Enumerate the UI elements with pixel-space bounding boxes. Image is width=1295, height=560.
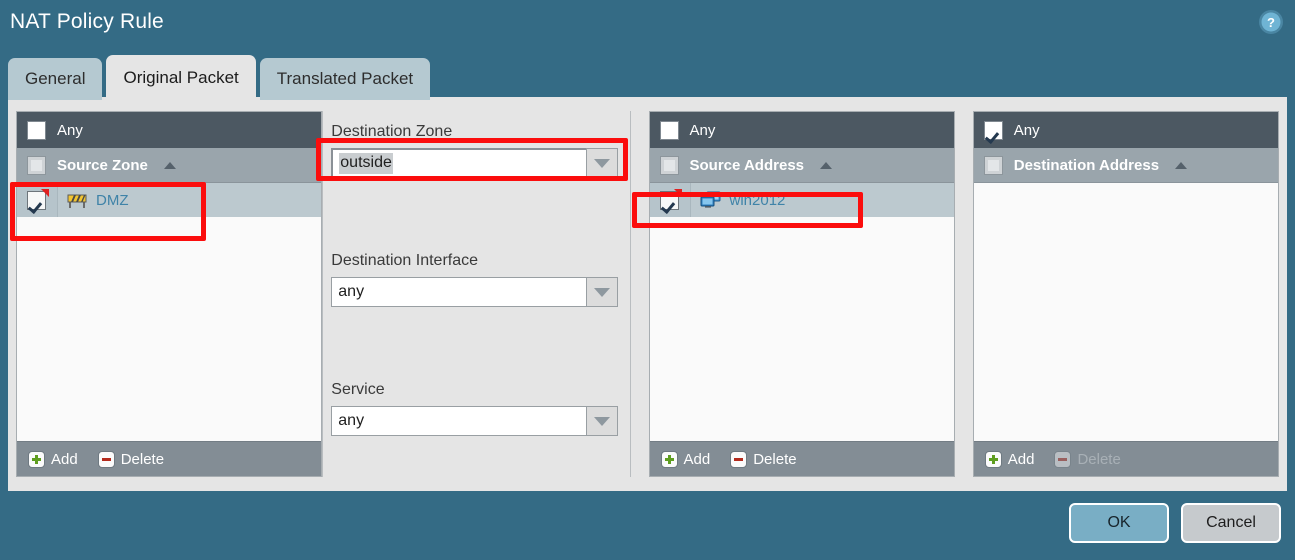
source-address-any-checkbox[interactable] bbox=[659, 120, 679, 140]
tab-translated-packet[interactable]: Translated Packet bbox=[259, 58, 431, 100]
destination-address-list[interactable] bbox=[973, 183, 1278, 441]
service-value[interactable]: any bbox=[331, 406, 586, 436]
original-packet-panel: Any Source Zone DMZ Add Delete Destinati… bbox=[8, 97, 1287, 491]
delete-button-label: Delete bbox=[753, 450, 797, 468]
delete-button[interactable]: Delete bbox=[97, 450, 165, 468]
modified-flag-icon bbox=[673, 188, 682, 197]
source-address-select-all-checkbox[interactable] bbox=[659, 155, 679, 175]
add-button[interactable]: Add bbox=[28, 450, 78, 468]
source-zone-any-label: Any bbox=[57, 121, 83, 139]
source-zone-column-header[interactable]: Source Zone bbox=[17, 148, 322, 183]
destination-zone-value: outside bbox=[339, 152, 393, 174]
tab-general[interactable]: General bbox=[8, 58, 103, 100]
destination-interface-combo[interactable]: any bbox=[331, 277, 618, 307]
sort-ascending-icon[interactable] bbox=[820, 161, 833, 169]
minus-icon bbox=[1054, 450, 1072, 468]
destination-address-panel: Any Destination Address Add Delete bbox=[972, 111, 1279, 477]
source-zone-any-row[interactable]: Any bbox=[17, 112, 322, 148]
ok-button[interactable]: OK bbox=[1069, 503, 1169, 543]
form-spacer-2 bbox=[331, 333, 617, 381]
sort-ascending-icon[interactable] bbox=[163, 161, 176, 169]
service-label: Service bbox=[331, 381, 385, 398]
row-checkbox[interactable] bbox=[27, 188, 49, 210]
modified-flag-icon bbox=[41, 188, 49, 197]
source-zone-footer: Add Delete bbox=[17, 441, 322, 476]
destination-address-column-header[interactable]: Destination Address bbox=[973, 148, 1278, 183]
add-button-label: Add bbox=[1007, 450, 1035, 468]
tabstrip: General Original Packet Translated Packe… bbox=[8, 55, 431, 100]
add-button-label: Add bbox=[683, 450, 711, 468]
source-address-list[interactable]: win2012 bbox=[649, 183, 954, 441]
add-button[interactable]: Add bbox=[984, 450, 1035, 468]
tab-original-packet[interactable]: Original Packet bbox=[106, 55, 256, 100]
destination-zone-input[interactable]: outside bbox=[331, 148, 586, 178]
source-address-column-header[interactable]: Source Address bbox=[649, 148, 954, 183]
service-combo[interactable]: any bbox=[331, 406, 618, 436]
plus-icon bbox=[28, 450, 45, 468]
plus-icon bbox=[984, 450, 1002, 468]
column-gap bbox=[955, 111, 973, 477]
table-row[interactable]: DMZ bbox=[17, 183, 322, 217]
destination-address-any-row[interactable]: Any bbox=[973, 112, 1278, 148]
add-button[interactable]: Add bbox=[660, 450, 711, 468]
column-gap bbox=[631, 111, 649, 477]
form-spacer-1 bbox=[331, 204, 617, 252]
source-address-panel: Any Source Address win2012 Add Delete bbox=[648, 111, 955, 477]
cancel-button[interactable]: Cancel bbox=[1181, 503, 1281, 543]
destination-address-footer: Add Delete bbox=[973, 441, 1278, 476]
help-circle-icon[interactable]: ? bbox=[1258, 9, 1284, 35]
destination-zone-dropdown-button[interactable] bbox=[585, 148, 618, 178]
chevron-down-icon bbox=[593, 158, 610, 168]
plus-icon bbox=[660, 450, 678, 468]
dialog-footer: OK Cancel bbox=[1069, 503, 1281, 543]
row-checkbox[interactable] bbox=[659, 188, 682, 210]
chevron-down-icon bbox=[593, 287, 610, 297]
svg-text:?: ? bbox=[1267, 15, 1275, 30]
zone-barrier-icon bbox=[67, 192, 87, 209]
destination-zone-combo[interactable]: outside bbox=[331, 148, 618, 178]
packet-form-column: Destination Zone outside Destination Int… bbox=[322, 111, 631, 477]
source-zone-column-label: Source Zone bbox=[57, 156, 148, 174]
service-dropdown-button[interactable] bbox=[585, 406, 618, 436]
destination-address-any-label: Any bbox=[1013, 121, 1040, 139]
source-address-any-label: Any bbox=[689, 121, 716, 139]
destination-interface-label: Destination Interface bbox=[331, 252, 479, 269]
row-label[interactable]: DMZ bbox=[96, 192, 129, 209]
source-zone-any-checkbox[interactable] bbox=[27, 120, 46, 140]
destination-interface-dropdown-button[interactable] bbox=[585, 277, 618, 307]
source-address-footer: Add Delete bbox=[649, 441, 954, 476]
row-label[interactable]: win2012 bbox=[730, 192, 786, 209]
destination-zone-label: Destination Zone bbox=[331, 123, 453, 140]
destination-address-any-checkbox[interactable] bbox=[983, 120, 1003, 140]
sort-ascending-icon[interactable] bbox=[1175, 161, 1188, 169]
source-address-column-label: Source Address bbox=[689, 156, 805, 174]
source-zone-list[interactable]: DMZ bbox=[17, 183, 322, 441]
source-zone-panel: Any Source Zone DMZ Add Delete bbox=[16, 111, 323, 477]
page-title: NAT Policy Rule bbox=[10, 10, 164, 33]
source-address-any-row[interactable]: Any bbox=[649, 112, 954, 148]
delete-button[interactable]: Delete bbox=[730, 450, 797, 468]
table-row[interactable]: win2012 bbox=[649, 183, 954, 217]
minus-icon bbox=[97, 450, 115, 468]
chevron-down-icon bbox=[593, 416, 610, 426]
host-computer-icon bbox=[700, 191, 721, 209]
source-zone-select-all-checkbox[interactable] bbox=[27, 155, 46, 175]
destination-interface-value[interactable]: any bbox=[331, 277, 586, 307]
delete-button: Delete bbox=[1054, 450, 1121, 468]
destination-address-column-label: Destination Address bbox=[1013, 156, 1160, 174]
add-button-label: Add bbox=[51, 450, 78, 468]
delete-button-label: Delete bbox=[120, 450, 165, 468]
destination-address-select-all-checkbox[interactable] bbox=[983, 155, 1003, 175]
minus-icon bbox=[730, 450, 748, 468]
delete-button-label: Delete bbox=[1077, 450, 1121, 468]
